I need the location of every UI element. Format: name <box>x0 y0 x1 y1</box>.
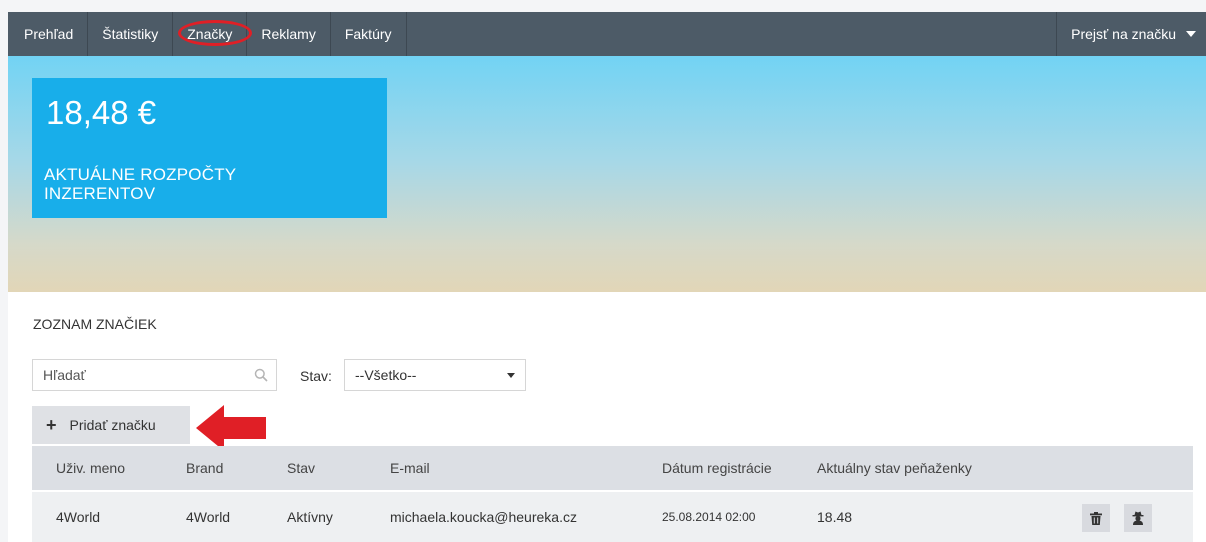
status-filter-select[interactable]: --Všetko-- <box>344 359 526 391</box>
budget-amount: 18,48 € <box>46 94 157 131</box>
app-frame: Prehľad Štatistiky Značky Reklamy Faktúr… <box>8 12 1206 542</box>
user-secret-icon <box>1132 511 1144 525</box>
nav-item-label: Značky <box>187 26 233 42</box>
brand-switcher-label: Prejsť na značku <box>1071 26 1176 42</box>
budget-card: 18,48 € AKTUÁLNE ROZPOČTY INZERENTOV <box>32 78 387 218</box>
nav-item-label: Faktúry <box>344 26 392 42</box>
column-header[interactable]: E-mail <box>390 446 430 490</box>
table-header: Uživ. meno Brand Stav E-mail Dátum regis… <box>32 446 1193 490</box>
cell-email: michaela.koucka@heureka.cz <box>390 509 577 525</box>
page-title: ZOZNAM ZNAČIEK <box>33 316 157 332</box>
hero-banner: 18,48 € AKTUÁLNE ROZPOČTY INZERENTOV <box>8 56 1206 292</box>
cell-username: 4World <box>56 509 101 525</box>
nav-item-label: Reklamy <box>261 26 316 42</box>
search-icon[interactable] <box>254 368 268 382</box>
cell-registration-date: 25.08.2014 02:00 <box>662 510 756 524</box>
nav-item-reklamy[interactable]: Reklamy <box>247 12 331 56</box>
cell-brand: 4World <box>186 509 231 525</box>
delete-button[interactable] <box>1082 504 1110 532</box>
add-brand-label: Pridať značku <box>69 417 156 433</box>
nav-item-label: Prehľad <box>24 26 74 42</box>
login-as-user-button[interactable] <box>1124 504 1152 532</box>
nav-item-faktury[interactable]: Faktúry <box>331 12 407 56</box>
plus-icon: + <box>46 415 57 435</box>
column-header[interactable]: Brand <box>186 446 223 490</box>
column-header[interactable]: Stav <box>287 446 315 490</box>
brand-switcher-dropdown[interactable]: Prejsť na značku <box>1056 12 1206 56</box>
add-brand-button[interactable]: + Pridať značku <box>32 406 190 444</box>
caret-down-icon <box>1186 31 1196 37</box>
top-navigation: Prehľad Štatistiky Značky Reklamy Faktúr… <box>8 12 1206 56</box>
nav-item-statistiky[interactable]: Štatistiky <box>88 12 174 56</box>
column-header[interactable]: Aktuálny stav peňaženky <box>817 446 972 490</box>
column-header[interactable]: Dátum registrácie <box>662 446 772 490</box>
cell-wallet-balance: 18.48 <box>817 509 853 525</box>
status-filter-label: Stav: <box>300 368 332 384</box>
budget-label: AKTUÁLNE ROZPOČTY INZERENTOV <box>44 165 237 203</box>
nav-item-znacky[interactable]: Značky <box>173 12 253 56</box>
caret-down-icon <box>507 373 515 378</box>
search-field <box>32 359 277 391</box>
nav-item-label: Štatistiky <box>102 26 159 42</box>
table-row[interactable]: 4World 4World Aktívny michaela.koucka@he… <box>32 492 1193 542</box>
cell-status: Aktívny <box>287 509 333 525</box>
status-filter-value: --Všetko-- <box>355 367 417 383</box>
column-header[interactable]: Uživ. meno <box>56 446 125 490</box>
nav-item-prehlad[interactable]: Prehľad <box>8 12 89 56</box>
trash-icon <box>1090 511 1102 525</box>
search-input[interactable] <box>33 360 243 390</box>
